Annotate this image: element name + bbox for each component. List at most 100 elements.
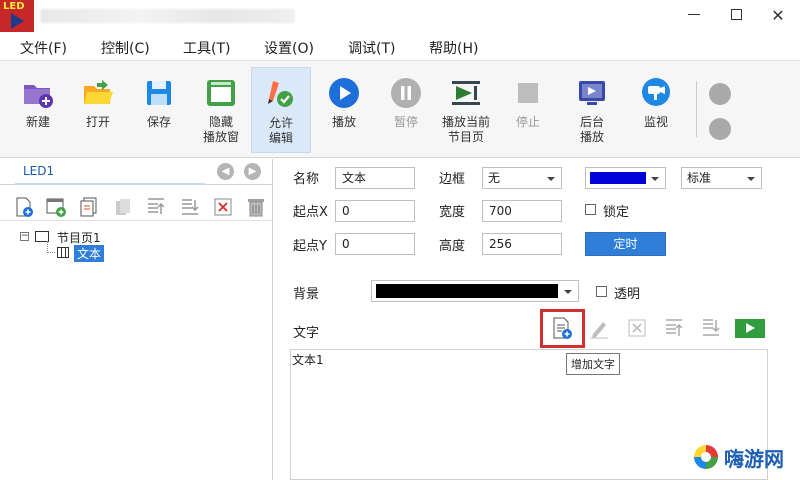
- collapse-icon[interactable]: −: [20, 232, 29, 241]
- play-button[interactable]: 播放: [314, 67, 374, 153]
- background-swatch: [376, 284, 558, 298]
- menu-help[interactable]: 帮助(H): [429, 38, 478, 58]
- start-x-field[interactable]: 0: [335, 200, 415, 222]
- start-y-field[interactable]: 0: [335, 233, 415, 255]
- background-color-select[interactable]: [371, 280, 579, 302]
- open-label: 打开: [85, 115, 110, 129]
- height-label: 高度: [439, 239, 466, 254]
- color-swatch: [590, 172, 646, 184]
- background-play-button[interactable]: 后台 播放: [562, 67, 622, 153]
- background-label: 背景: [293, 287, 320, 302]
- copy-icon[interactable]: [78, 196, 100, 218]
- play-current-page-icon: [450, 77, 482, 109]
- play-icon: [328, 77, 360, 109]
- timer-button[interactable]: 定时: [585, 232, 666, 256]
- minimize-icon[interactable]: [688, 14, 700, 15]
- menu-debug[interactable]: 调试(T): [348, 38, 395, 58]
- pause-label: 暂停: [393, 115, 418, 129]
- color-select[interactable]: [585, 167, 666, 189]
- menu-file[interactable]: 文件(F): [20, 38, 67, 58]
- upload-icon[interactable]: [709, 118, 731, 140]
- stop-button[interactable]: 停止: [498, 67, 558, 153]
- stop-label: 停止: [515, 115, 540, 129]
- text-move-down-icon[interactable]: [700, 316, 722, 340]
- name-field[interactable]: 文本: [335, 167, 415, 189]
- watermark-text: 嗨游网: [724, 447, 784, 471]
- allow-edit-icon: [265, 78, 297, 110]
- stop-icon: [512, 77, 544, 109]
- menu-settings[interactable]: 设置(O): [264, 38, 314, 58]
- border-select[interactable]: 无: [482, 167, 562, 189]
- pause-icon: [390, 77, 422, 109]
- toolbar: 新建 打开 保存 隐藏 播放窗 允许 编辑 播放 暂停 播放当前 节目页 停止 …: [0, 60, 800, 158]
- left-tab-row: LED1 ◀ ▶: [0, 159, 272, 185]
- chevron-down-icon: [747, 177, 755, 181]
- tree-connector: [47, 241, 55, 253]
- add-window-icon[interactable]: [45, 196, 67, 218]
- save-icon: [143, 77, 175, 109]
- height-field[interactable]: 256: [482, 233, 562, 255]
- start-x-label: 起点X: [293, 205, 328, 220]
- lock-label: 锁定: [603, 205, 630, 220]
- toolbar-separator: [696, 81, 697, 137]
- allow-edit-button[interactable]: 允许 编辑: [251, 67, 311, 153]
- menu-tools[interactable]: 工具(T): [183, 38, 230, 58]
- lock-checkbox[interactable]: [585, 204, 596, 215]
- new-button[interactable]: 新建: [8, 67, 68, 153]
- text-label: 文字: [293, 326, 320, 341]
- delete-item-icon[interactable]: [212, 196, 234, 218]
- trash-icon[interactable]: [245, 196, 267, 218]
- hide-window-icon: [205, 77, 237, 109]
- width-field[interactable]: 700: [482, 200, 562, 222]
- play-current-page-button[interactable]: 播放当前 节目页: [436, 67, 496, 153]
- paste-icon[interactable]: [112, 196, 134, 218]
- delete-text-icon[interactable]: [626, 316, 648, 340]
- watermark-logo-icon: [694, 445, 718, 469]
- close-icon[interactable]: ✕: [768, 6, 788, 26]
- tree-toolbar: [0, 193, 272, 221]
- width-label: 宽度: [439, 205, 466, 220]
- edit-text-icon[interactable]: [588, 316, 610, 340]
- pause-button[interactable]: 暂停: [376, 67, 436, 153]
- add-page-icon[interactable]: [13, 196, 35, 218]
- title-bar: LED ✕: [0, 0, 800, 32]
- play-current-page-label: 播放当前 节目页: [441, 115, 490, 144]
- menu-bar: 文件(F) 控制(C) 工具(T) 设置(O) 调试(T) 帮助(H): [0, 32, 800, 60]
- monitor-button[interactable]: 监视: [626, 67, 686, 153]
- hide-window-button[interactable]: 隐藏 播放窗: [191, 67, 251, 153]
- mode-select[interactable]: 标准: [681, 167, 762, 189]
- allow-edit-label: 允许 编辑: [268, 116, 293, 145]
- border-select-value: 无: [488, 171, 501, 185]
- name-label: 名称: [293, 172, 320, 187]
- open-folder-icon: [82, 77, 114, 109]
- add-text-highlight: [540, 309, 585, 348]
- tree-page-label: 节目页1: [57, 231, 101, 245]
- new-folder-icon: [22, 77, 54, 109]
- maximize-icon[interactable]: [731, 9, 742, 20]
- transparent-checkbox[interactable]: [596, 286, 607, 297]
- move-top-icon[interactable]: [145, 196, 167, 218]
- window-title-blurred: [40, 9, 295, 23]
- chevron-down-icon: [651, 177, 659, 181]
- save-button[interactable]: 保存: [129, 67, 189, 153]
- download-icon[interactable]: [709, 83, 731, 105]
- nav-next-icon[interactable]: ▶: [244, 163, 261, 180]
- text-list-item[interactable]: 文本1: [292, 351, 324, 368]
- save-label: 保存: [146, 115, 171, 129]
- new-label: 新建: [25, 115, 50, 129]
- monitor-icon: [640, 77, 672, 109]
- menu-control[interactable]: 控制(C): [101, 38, 150, 58]
- nav-prev-icon[interactable]: ◀: [217, 163, 234, 180]
- text-move-up-icon[interactable]: [663, 316, 685, 340]
- mode-select-value: 标准: [687, 171, 712, 185]
- watermark: 嗨游网: [694, 440, 800, 474]
- open-button[interactable]: 打开: [68, 67, 128, 153]
- move-bottom-icon[interactable]: [179, 196, 201, 218]
- background-play-label: 后台 播放: [579, 115, 604, 144]
- tab-led1[interactable]: LED1: [23, 164, 54, 178]
- play-logo-icon: [11, 13, 24, 29]
- hide-window-label: 隐藏 播放窗: [202, 115, 239, 144]
- properties-panel: 名称 文本 边框 无 标准 起点X 0 宽度 700 锁定 起点Y 0 高度 2…: [274, 159, 800, 480]
- tab-underline: [15, 183, 205, 185]
- text-play-icon[interactable]: [734, 316, 766, 340]
